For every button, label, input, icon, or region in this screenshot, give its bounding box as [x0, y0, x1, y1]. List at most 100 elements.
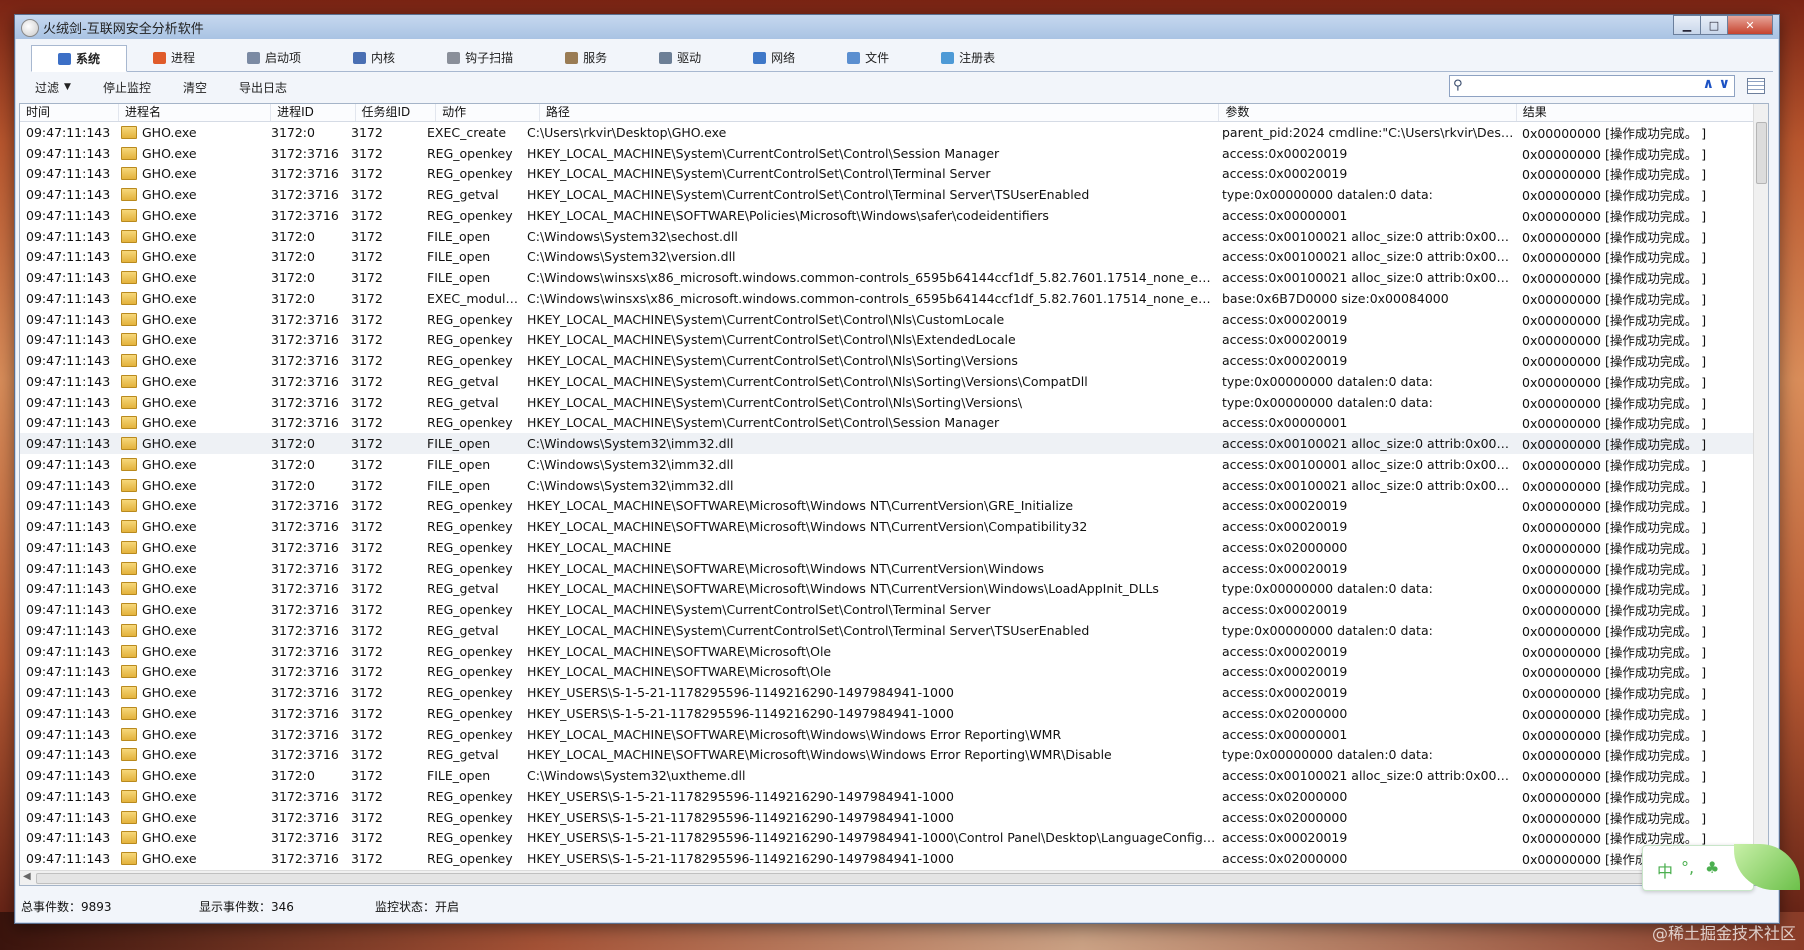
table-row[interactable]: 09:47:11:143 GHO.exe 3172:3716 3172 REG_open…: [20, 516, 1754, 537]
filter-dropdown[interactable]: 过滤 ▼: [19, 75, 87, 99]
table-row[interactable]: 09:47:11:143 GHO.exe 3172:3716 3172 REG_open…: [20, 724, 1754, 745]
table-row[interactable]: 09:47:11:143 GHO.exe 3172:0 3172 FILE_open C:…: [20, 765, 1754, 786]
table-row[interactable]: 09:47:11:143 GHO.exe 3172:3716 3172 REG_open…: [20, 350, 1754, 371]
cell-process: GHO.exe: [115, 229, 265, 244]
tab-9[interactable]: 注册表: [915, 45, 1021, 70]
cell-process: GHO.exe: [115, 685, 265, 700]
cell-process: GHO.exe: [115, 457, 265, 472]
tab-2[interactable]: 启动项: [221, 45, 327, 70]
table-row[interactable]: 09:47:11:143 GHO.exe 3172:0 3172 EXEC_create…: [20, 122, 1754, 143]
table-row[interactable]: 09:47:11:143 GHO.exe 3172:0 3172 FILE_open C:…: [20, 475, 1754, 496]
table-row[interactable]: 09:47:11:143 GHO.exe 3172:0 3172 EXEC_module…: [20, 288, 1754, 309]
process-name: GHO.exe: [142, 519, 197, 535]
cell-result: 0x00000000 [操作成功完成。 ]: [1522, 727, 1707, 743]
ime-language[interactable]: 中: [1657, 858, 1673, 882]
horizontal-scrollbar[interactable]: ◀: [20, 870, 1754, 885]
search-prev-icon[interactable]: ∧: [1703, 76, 1714, 92]
cell-action: EXEC_create: [427, 124, 507, 140]
cell-action: FILE_open: [427, 477, 491, 493]
ime-skin-icon[interactable]: ♣: [1705, 858, 1719, 877]
watermark: @稀土掘金技术社区: [1651, 924, 1796, 943]
cell-action: REG_openkey: [427, 498, 513, 514]
search-box[interactable]: ⚲ ∧ ∨: [1449, 75, 1735, 97]
stop-monitor-button[interactable]: 停止监控: [87, 75, 167, 99]
table-row[interactable]: 09:47:11:143 GHO.exe 3172:3716 3172 REG_open…: [20, 828, 1754, 849]
tab-3[interactable]: 内核: [327, 45, 421, 70]
search-next-icon[interactable]: ∨: [1719, 76, 1730, 92]
table-row[interactable]: 09:47:11:143 GHO.exe 3172:3716 3172 REG_getv…: [20, 184, 1754, 205]
table-row[interactable]: 09:47:11:143 GHO.exe 3172:3716 3172 REG_open…: [20, 786, 1754, 807]
table-row[interactable]: 09:47:11:143 GHO.exe 3172:0 3172 FILE_open C:…: [20, 454, 1754, 475]
cell-tgid: 3172: [351, 270, 383, 286]
table-row[interactable]: 09:47:11:143 GHO.exe 3172:3716 3172 REG_open…: [20, 682, 1754, 703]
event-list: 时间 进程名 进程ID 任务组ID 动作 路径 参数 结果 09:47:11:1…: [19, 103, 1769, 886]
folder-icon: [121, 437, 137, 451]
scroll-left-icon[interactable]: ◀: [23, 871, 31, 882]
process-name: GHO.exe: [142, 643, 197, 659]
table-row[interactable]: 09:47:11:143 GHO.exe 3172:3716 3172 REG_getv…: [20, 579, 1754, 600]
process-name: GHO.exe: [142, 477, 197, 493]
tab-5[interactable]: 服务: [539, 45, 633, 70]
table-row[interactable]: 09:47:11:143 GHO.exe 3172:3716 3172 REG_open…: [20, 309, 1754, 330]
folder-icon: [121, 188, 137, 202]
table-row[interactable]: 09:47:11:143 GHO.exe 3172:3716 3172 REG_open…: [20, 143, 1754, 164]
table-row[interactable]: 09:47:11:143 GHO.exe 3172:0 3172 FILE_open C:…: [20, 247, 1754, 268]
table-row[interactable]: 09:47:11:143 GHO.exe 3172:3716 3172 REG_open…: [20, 848, 1754, 869]
table-row[interactable]: 09:47:11:143 GHO.exe 3172:3716 3172 REG_open…: [20, 330, 1754, 351]
tab-label: 内核: [371, 51, 396, 65]
minimize-button[interactable]: ▁: [1673, 15, 1701, 35]
tab-1[interactable]: 进程: [127, 45, 221, 70]
vertical-scrollbar[interactable]: [1753, 104, 1768, 869]
ime-punctuation[interactable]: °,: [1681, 858, 1694, 877]
maximize-button[interactable]: □: [1700, 15, 1728, 35]
table-row[interactable]: 09:47:11:143 GHO.exe 3172:3716 3172 REG_open…: [20, 641, 1754, 662]
table-row[interactable]: 09:47:11:143 GHO.exe 3172:3716 3172 REG_open…: [20, 496, 1754, 517]
table-row[interactable]: 09:47:11:143 GHO.exe 3172:3716 3172 REG_open…: [20, 558, 1754, 579]
col-header-process[interactable]: 进程名: [119, 104, 272, 121]
table-row[interactable]: 09:47:11:143 GHO.exe 3172:3716 3172 REG_open…: [20, 164, 1754, 185]
close-button[interactable]: ✕: [1727, 15, 1773, 35]
table-row[interactable]: 09:47:11:143 GHO.exe 3172:3716 3172 REG_open…: [20, 703, 1754, 724]
table-row[interactable]: 09:47:11:143 GHO.exe 3172:3716 3172 REG_open…: [20, 413, 1754, 434]
col-header-param[interactable]: 参数: [1219, 104, 1517, 121]
tab-7[interactable]: 网络: [727, 45, 821, 70]
title-bar[interactable]: 火绒剑-互联网安全分析软件 ▁ □ ✕: [15, 15, 1779, 39]
export-log-button[interactable]: 导出日志: [223, 75, 303, 99]
col-header-action[interactable]: 动作: [436, 104, 540, 121]
table-row[interactable]: 09:47:11:143 GHO.exe 3172:3716 3172 REG_getv…: [20, 392, 1754, 413]
toolbar: 过滤 ▼ 停止监控 清空 导出日志 ⚲ ∧ ∨: [19, 73, 1773, 101]
cell-path: C:\Windows\System32\uxtheme.dll: [527, 768, 746, 784]
cell-path: HKEY_LOCAL_MACHINE\SOFTWARE\Policies\Mic…: [527, 207, 1049, 223]
table-row[interactable]: 09:47:11:143 GHO.exe 3172:0 3172 FILE_open C:…: [20, 226, 1754, 247]
cell-path: HKEY_USERS\S-1-5-21-1178295596-114921629…: [527, 685, 954, 701]
cell-time: 09:47:11:143: [26, 124, 111, 140]
cell-time: 09:47:11:143: [26, 498, 111, 514]
table-row[interactable]: 09:47:11:143 GHO.exe 3172:3716 3172 REG_open…: [20, 205, 1754, 226]
tab-6[interactable]: 驱动: [633, 45, 727, 70]
tab-4[interactable]: 钩子扫描: [421, 45, 539, 70]
table-row[interactable]: 09:47:11:143 GHO.exe 3172:0 3172 FILE_open C:…: [20, 267, 1754, 288]
table-row[interactable]: 09:47:11:143 GHO.exe 3172:3716 3172 REG_getv…: [20, 620, 1754, 641]
process-name: GHO.exe: [142, 332, 197, 348]
table-row[interactable]: 09:47:11:143 GHO.exe 3172:3716 3172 REG_open…: [20, 807, 1754, 828]
col-header-pid[interactable]: 进程ID: [271, 104, 356, 121]
table-row[interactable]: 09:47:11:143 GHO.exe 3172:3716 3172 REG_open…: [20, 662, 1754, 683]
table-row[interactable]: 09:47:11:143 GHO.exe 3172:0 3172 FILE_open C:…: [20, 433, 1754, 454]
table-row[interactable]: 09:47:11:143 GHO.exe 3172:3716 3172 REG_open…: [20, 599, 1754, 620]
cell-param: type:0x00000000 datalen:0 data:: [1222, 394, 1433, 410]
table-row[interactable]: 09:47:11:143 GHO.exe 3172:3716 3172 REG_getv…: [20, 371, 1754, 392]
col-header-path[interactable]: 路径: [540, 104, 1220, 121]
clear-button[interactable]: 清空: [167, 75, 223, 99]
cell-path: HKEY_LOCAL_MACHINE\SOFTWARE\Microsoft\Wi…: [527, 560, 1045, 576]
cell-time: 09:47:11:143: [26, 415, 111, 431]
horizontal-scroll-thumb[interactable]: [36, 873, 1738, 884]
col-header-tgid[interactable]: 任务组ID: [356, 104, 437, 121]
table-row[interactable]: 09:47:11:143 GHO.exe 3172:3716 3172 REG_open…: [20, 537, 1754, 558]
table-row[interactable]: 09:47:11:143 GHO.exe 3172:3716 3172 REG_getv…: [20, 745, 1754, 766]
tab-8[interactable]: 文件: [821, 45, 915, 70]
col-header-result[interactable]: 结果: [1517, 104, 1755, 121]
col-header-time[interactable]: 时间: [20, 104, 119, 121]
vertical-scroll-thumb[interactable]: [1756, 122, 1767, 184]
tab-0[interactable]: 系统: [31, 45, 128, 72]
column-settings-icon[interactable]: [1747, 78, 1765, 94]
